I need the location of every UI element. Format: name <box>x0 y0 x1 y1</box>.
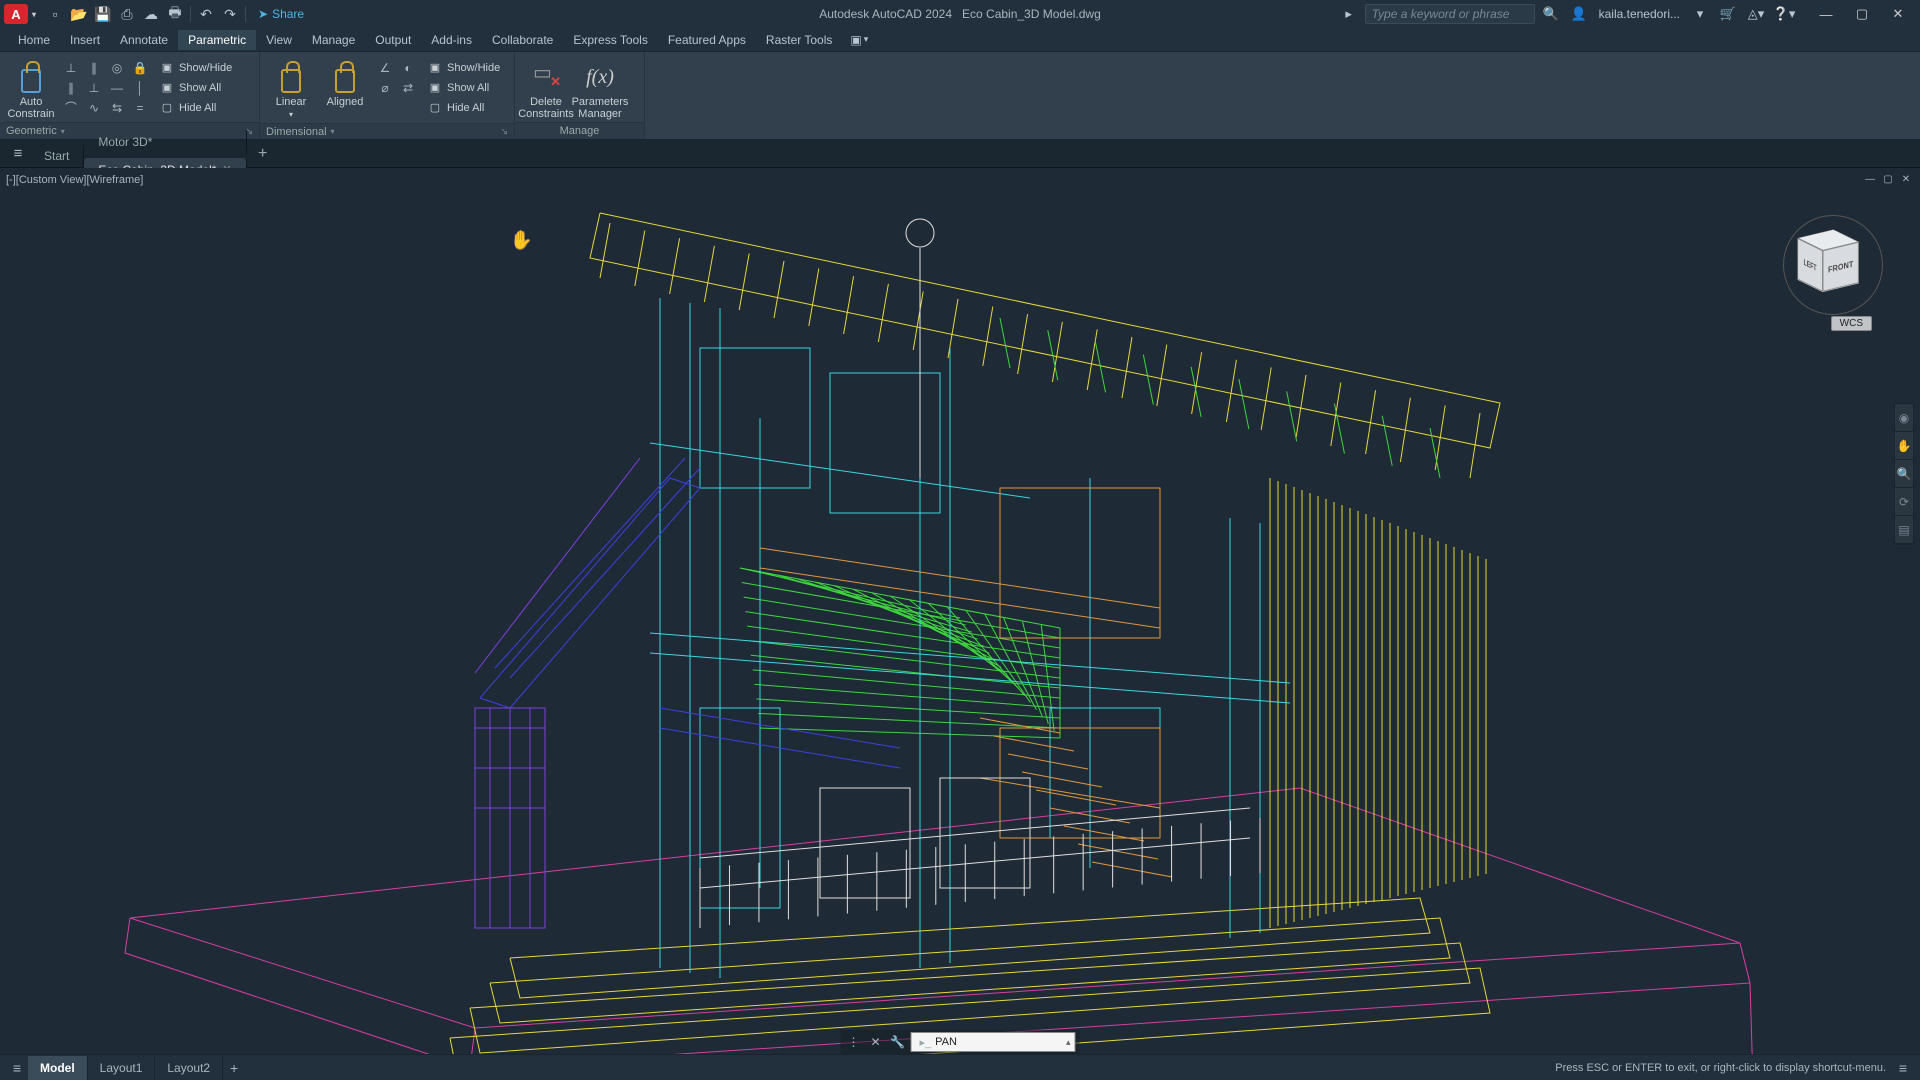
constraint-parallel-icon[interactable]: ∥ <box>60 78 82 97</box>
layout-tab-model[interactable]: Model <box>28 1056 88 1080</box>
panel-title-manage: Manage <box>560 125 600 137</box>
linear-dim-button[interactable]: Linear▾ <box>266 58 316 123</box>
command-value: PAN <box>935 1036 957 1048</box>
menu-item-insert[interactable]: Insert <box>60 30 110 50</box>
constraint-equal-icon[interactable]: = <box>129 98 151 117</box>
doc-tab-start[interactable]: Start <box>30 144 84 168</box>
menu-item-home[interactable]: Home <box>8 30 60 50</box>
qat-open-icon[interactable]: 📂 <box>68 4 90 24</box>
layout-tab-layout1[interactable]: Layout1 <box>88 1056 156 1080</box>
status-hint: Press ESC or ENTER to exit, or right-cli… <box>1555 1062 1886 1074</box>
share-label: Share <box>272 7 304 21</box>
aligned-dim-button[interactable]: Aligned <box>320 58 370 110</box>
geo-showhide-button[interactable]: ▣Show/Hide <box>155 58 237 77</box>
geo-hideall-button[interactable]: ▢Hide All <box>155 98 237 117</box>
app-switcher-icon[interactable]: ◬▾ <box>1744 4 1768 24</box>
app-menu-button[interactable]: A <box>4 4 28 24</box>
dim-showall-button[interactable]: ▣Show All <box>423 78 505 97</box>
doc-tabs-menu-icon[interactable]: ≡ <box>6 145 30 162</box>
minimize-button[interactable]: — <box>1808 0 1844 28</box>
constraint-perpendicular-icon[interactable]: ⊥ <box>83 78 105 97</box>
qat-new-icon[interactable]: ▫ <box>44 4 66 24</box>
search-input[interactable]: Type a keyword or phrase <box>1365 4 1535 24</box>
constraint-horizontal-icon[interactable]: — <box>106 78 128 97</box>
menu-item-output[interactable]: Output <box>365 30 421 50</box>
cart-icon[interactable]: 🛒 <box>1716 4 1740 24</box>
dim-radius-icon[interactable]: ◐ <box>397 58 419 77</box>
qat-saveas-icon[interactable]: ⎙ <box>116 4 138 24</box>
menu-item-annotate[interactable]: Annotate <box>110 30 178 50</box>
new-doc-tab-button[interactable]: + <box>251 145 275 163</box>
share-icon: ➤ <box>258 7 268 21</box>
constraint-smooth-icon[interactable]: ∿ <box>83 98 105 117</box>
menu-item-featured-apps[interactable]: Featured Apps <box>658 30 756 50</box>
auto-constrain-button[interactable]: Auto Constrain <box>6 58 56 122</box>
cmd-options-icon[interactable]: 🔧 <box>889 1033 907 1051</box>
constraint-vertical-icon[interactable]: │ <box>129 78 151 97</box>
dim-showhide-button[interactable]: ▣Show/Hide <box>423 58 505 77</box>
new-layout-button[interactable]: + <box>223 1060 245 1076</box>
qat-web-icon[interactable]: ☁ <box>140 4 162 24</box>
layout-tabs-menu-icon[interactable]: ≡ <box>6 1060 28 1076</box>
search-icon[interactable]: 🔍 <box>1539 4 1563 24</box>
user-dropdown-icon[interactable]: ▾ <box>1688 4 1712 24</box>
window-title: Autodesk AutoCAD 2024 Eco Cabin_3D Model… <box>819 7 1101 21</box>
geo-showall-button[interactable]: ▣Show All <box>155 78 237 97</box>
panel-title-geometric: Geometric <box>6 125 57 137</box>
share-button[interactable]: ➤ Share <box>258 7 304 21</box>
parameters-manager-button[interactable]: f(x) Parameters Manager <box>575 58 625 122</box>
constraint-coincident-icon[interactable]: ⊥ <box>60 58 82 77</box>
qat-redo-icon[interactable]: ↷ <box>219 4 241 24</box>
qat-plot-icon[interactable]: 🖶 <box>164 4 186 24</box>
user-icon[interactable]: 👤 <box>1567 4 1591 24</box>
command-prompt-icon: ▸_ <box>920 1036 932 1049</box>
menu-item-raster-tools[interactable]: Raster Tools <box>756 30 842 50</box>
dim-angular-icon[interactable]: ∠ <box>374 58 396 77</box>
constraint-symmetric-icon[interactable]: ⇆ <box>106 98 128 117</box>
help-icon[interactable]: ❔▾ <box>1772 4 1796 24</box>
panel-title-dimensional: Dimensional <box>266 126 327 138</box>
menu-item-add-ins[interactable]: Add-ins <box>421 30 482 50</box>
status-customize-icon[interactable]: ≡ <box>1892 1060 1914 1076</box>
constraint-fix-icon[interactable]: 🔒 <box>129 58 151 77</box>
close-button[interactable]: ✕ <box>1880 0 1916 28</box>
qat-save-icon[interactable]: 💾 <box>92 4 114 24</box>
menu-item-collaborate[interactable]: Collaborate <box>482 30 563 50</box>
dim-diameter-icon[interactable]: ⌀ <box>374 78 396 97</box>
delete-constraints-button[interactable]: Delete Constraints <box>521 58 571 122</box>
menu-overflow-icon[interactable]: ▣ <box>850 33 861 47</box>
menu-item-manage[interactable]: Manage <box>302 30 365 50</box>
doc-tab[interactable]: Motor 3D* <box>84 130 246 154</box>
constraint-collinear-icon[interactable]: ∥ <box>83 58 105 77</box>
dim-convert-icon[interactable]: ⇄ <box>397 78 419 97</box>
layout-tab-layout2[interactable]: Layout2 <box>155 1056 223 1080</box>
cmd-customize-icon[interactable]: ⋮ <box>845 1033 863 1051</box>
menu-item-view[interactable]: View <box>256 30 302 50</box>
maximize-button[interactable]: ▢ <box>1844 0 1880 28</box>
menu-item-parametric[interactable]: Parametric <box>178 30 256 50</box>
constraint-concentric-icon[interactable]: ◎ <box>106 58 128 77</box>
menu-item-express-tools[interactable]: Express Tools <box>563 30 657 50</box>
cmd-close-icon[interactable]: ✕ <box>867 1033 885 1051</box>
user-name[interactable]: kaila.tenedori... <box>1599 7 1680 21</box>
dim-hideall-button[interactable]: ▢Hide All <box>423 98 505 117</box>
command-line-input[interactable]: ▸_ PAN <box>911 1032 1076 1052</box>
constraint-tangent-icon[interactable]: ⌒ <box>60 98 82 117</box>
search-caret-icon[interactable]: ▸ <box>1337 4 1361 24</box>
drawing-canvas[interactable] <box>0 168 1920 1058</box>
qat-undo-icon[interactable]: ↶ <box>195 4 217 24</box>
